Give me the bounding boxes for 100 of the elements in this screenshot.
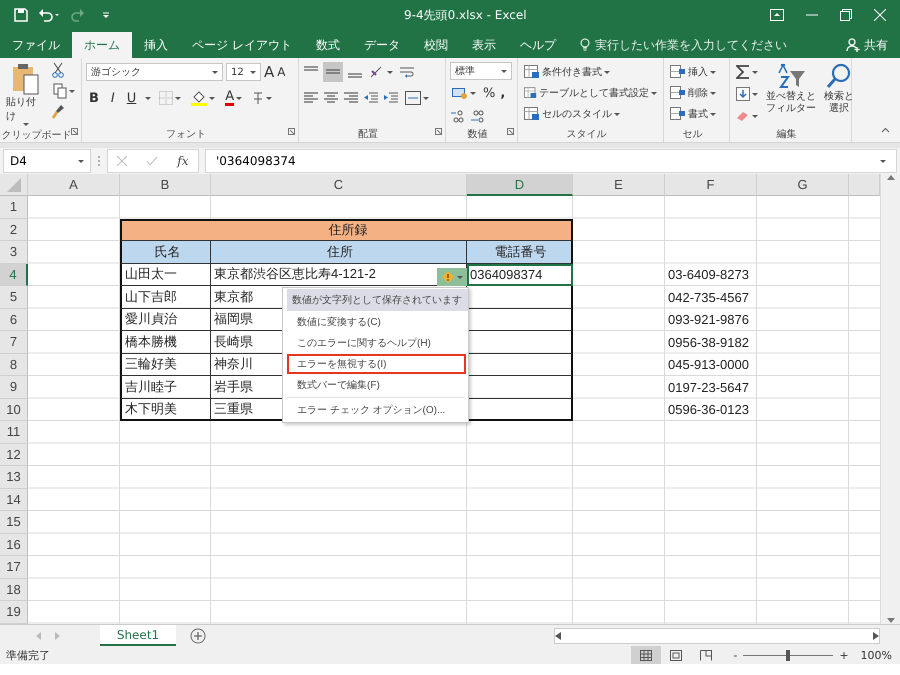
wrap-text-icon[interactable] [399, 65, 415, 79]
row-header[interactable]: 1 [0, 196, 28, 218]
warning-icon[interactable] [442, 271, 454, 283]
save-icon[interactable] [14, 8, 28, 22]
row-header[interactable]: 3 [0, 241, 28, 264]
check-icon[interactable] [146, 156, 158, 166]
italic-button[interactable]: I [108, 90, 118, 106]
row-header[interactable]: 11 [0, 421, 28, 444]
search-icon[interactable] [826, 63, 852, 91]
ribbon-tab[interactable]: ホーム [72, 32, 132, 58]
zoom-slider-thumb[interactable] [786, 650, 790, 660]
increase-indent-icon[interactable] [383, 91, 399, 105]
align-left-icon[interactable] [303, 91, 319, 105]
menu-item[interactable]: 数値に変換する(C) [287, 312, 466, 332]
caret-icon[interactable] [501, 70, 507, 72]
page-view-icon[interactable] [670, 650, 682, 660]
sheet-tab[interactable]: Sheet1 [100, 625, 176, 646]
style-menu-button[interactable]: セルのスタイル [522, 104, 659, 124]
ribbon-tab[interactable]: データ [352, 32, 412, 58]
page-break-icon[interactable] [700, 650, 712, 660]
menu-item[interactable]: このエラーに関するヘルプ(H) [287, 333, 466, 353]
autosum-icon[interactable] [736, 64, 750, 80]
grow-font-button[interactable]: A [264, 63, 274, 81]
vertical-scrollbar[interactable] [880, 174, 900, 624]
sort-filter-button[interactable]: 並べ替えと フィルター [764, 62, 818, 126]
font-size-dropdown[interactable]: 12 [226, 63, 261, 81]
bold-button[interactable]: B [86, 90, 102, 106]
ribbon-tab[interactable]: 表示 [460, 32, 508, 58]
column-header[interactable]: E [573, 174, 665, 196]
copy-icon[interactable] [53, 83, 67, 99]
dialog-launcher-icon[interactable] [71, 128, 78, 135]
undo-icon[interactable] [38, 8, 60, 22]
caret-icon[interactable] [470, 92, 476, 94]
ribbon-tab[interactable]: ファイル [0, 32, 72, 58]
ribbon-tab[interactable]: 数式 [304, 32, 352, 58]
increase-decimal-icon[interactable] [450, 109, 464, 123]
font-name-dropdown[interactable]: 游ゴシック [86, 63, 223, 81]
row-header[interactable]: 17 [0, 556, 28, 578]
dialog-launcher-icon[interactable] [507, 128, 514, 135]
column-header[interactable]: G [757, 174, 849, 196]
font-color-button[interactable]: A [225, 90, 234, 106]
caret-icon[interactable] [69, 90, 75, 92]
cells-icon[interactable] [670, 107, 686, 121]
cells-menu-button[interactable]: 挿入 [668, 62, 725, 82]
row-header[interactable]: 14 [0, 488, 28, 511]
column-header[interactable]: C [211, 174, 467, 196]
align-right-icon[interactable] [343, 91, 359, 105]
menu-item[interactable]: 数式バーで編集(F) [287, 375, 466, 395]
caret-icon[interactable] [266, 96, 272, 100]
grid-view-icon[interactable] [640, 650, 652, 660]
percent-button[interactable]: % [483, 86, 496, 100]
fill-down-icon[interactable] [736, 87, 750, 101]
paste-button[interactable]: 貼り付け [4, 62, 47, 127]
caret-icon[interactable] [212, 70, 218, 74]
decrease-indent-icon[interactable] [363, 91, 379, 105]
name-box[interactable]: D4 [3, 149, 91, 173]
find-select-button[interactable]: 検索と 選択 [822, 62, 856, 126]
zoom-level[interactable]: 100% [860, 648, 892, 662]
caret-icon[interactable] [22, 123, 28, 126]
column-header[interactable]: F [665, 174, 757, 196]
cells-icon[interactable] [670, 86, 686, 100]
cells-icon[interactable] [670, 65, 686, 79]
phonetic-guide-icon[interactable] [252, 91, 264, 105]
zoom-in-button[interactable]: + [839, 648, 849, 662]
caret-icon[interactable] [752, 114, 758, 118]
scroll-left-icon[interactable] [555, 632, 561, 640]
cells-menu-button[interactable]: 書式 [668, 104, 725, 124]
horizontal-scrollbar[interactable] [554, 628, 880, 644]
fill-color-icon[interactable] [191, 90, 208, 106]
number-format-dropdown[interactable]: 標準 [450, 62, 512, 80]
underline-button[interactable]: U [124, 90, 140, 106]
share-button[interactable]: 共有 [846, 32, 888, 58]
row-header[interactable]: 16 [0, 534, 28, 556]
scissors-icon[interactable] [51, 62, 65, 78]
merge-center-icon[interactable] [405, 91, 421, 105]
clipboard-icon[interactable] [12, 63, 40, 95]
row-header[interactable]: 18 [0, 578, 28, 601]
ribbon-tab[interactable]: 挿入 [132, 32, 180, 58]
caret-icon[interactable] [236, 96, 242, 100]
row-header[interactable]: 5 [0, 286, 28, 308]
sort-filter-icon[interactable] [776, 63, 806, 91]
error-options-button[interactable] [437, 268, 467, 286]
table-format-icon[interactable] [524, 107, 540, 121]
insert-function-button[interactable]: fx [177, 154, 189, 168]
caret-icon[interactable] [880, 160, 886, 162]
comma-style-button[interactable]: , [500, 86, 506, 100]
row-header[interactable]: 15 [0, 511, 28, 534]
scroll-right-icon[interactable] [873, 632, 879, 640]
table-format-icon[interactable] [524, 86, 537, 100]
menu-item[interactable]: エラー チェック オプション(O)... [287, 400, 466, 420]
zoom-out-button[interactable]: - [733, 648, 738, 662]
dialog-launcher-icon[interactable] [288, 128, 295, 135]
ribbon-tab[interactable]: ページ レイアウト [180, 32, 304, 58]
caret-icon[interactable] [250, 70, 256, 74]
row-header[interactable]: 10 [0, 398, 28, 421]
style-menu-button[interactable]: 条件付き書式 [522, 62, 659, 82]
row-header[interactable]: 6 [0, 308, 28, 331]
caret-icon[interactable] [423, 96, 429, 100]
ribbon-tab[interactable]: ヘルプ [508, 32, 568, 58]
lightbulb-icon[interactable] [580, 38, 590, 52]
